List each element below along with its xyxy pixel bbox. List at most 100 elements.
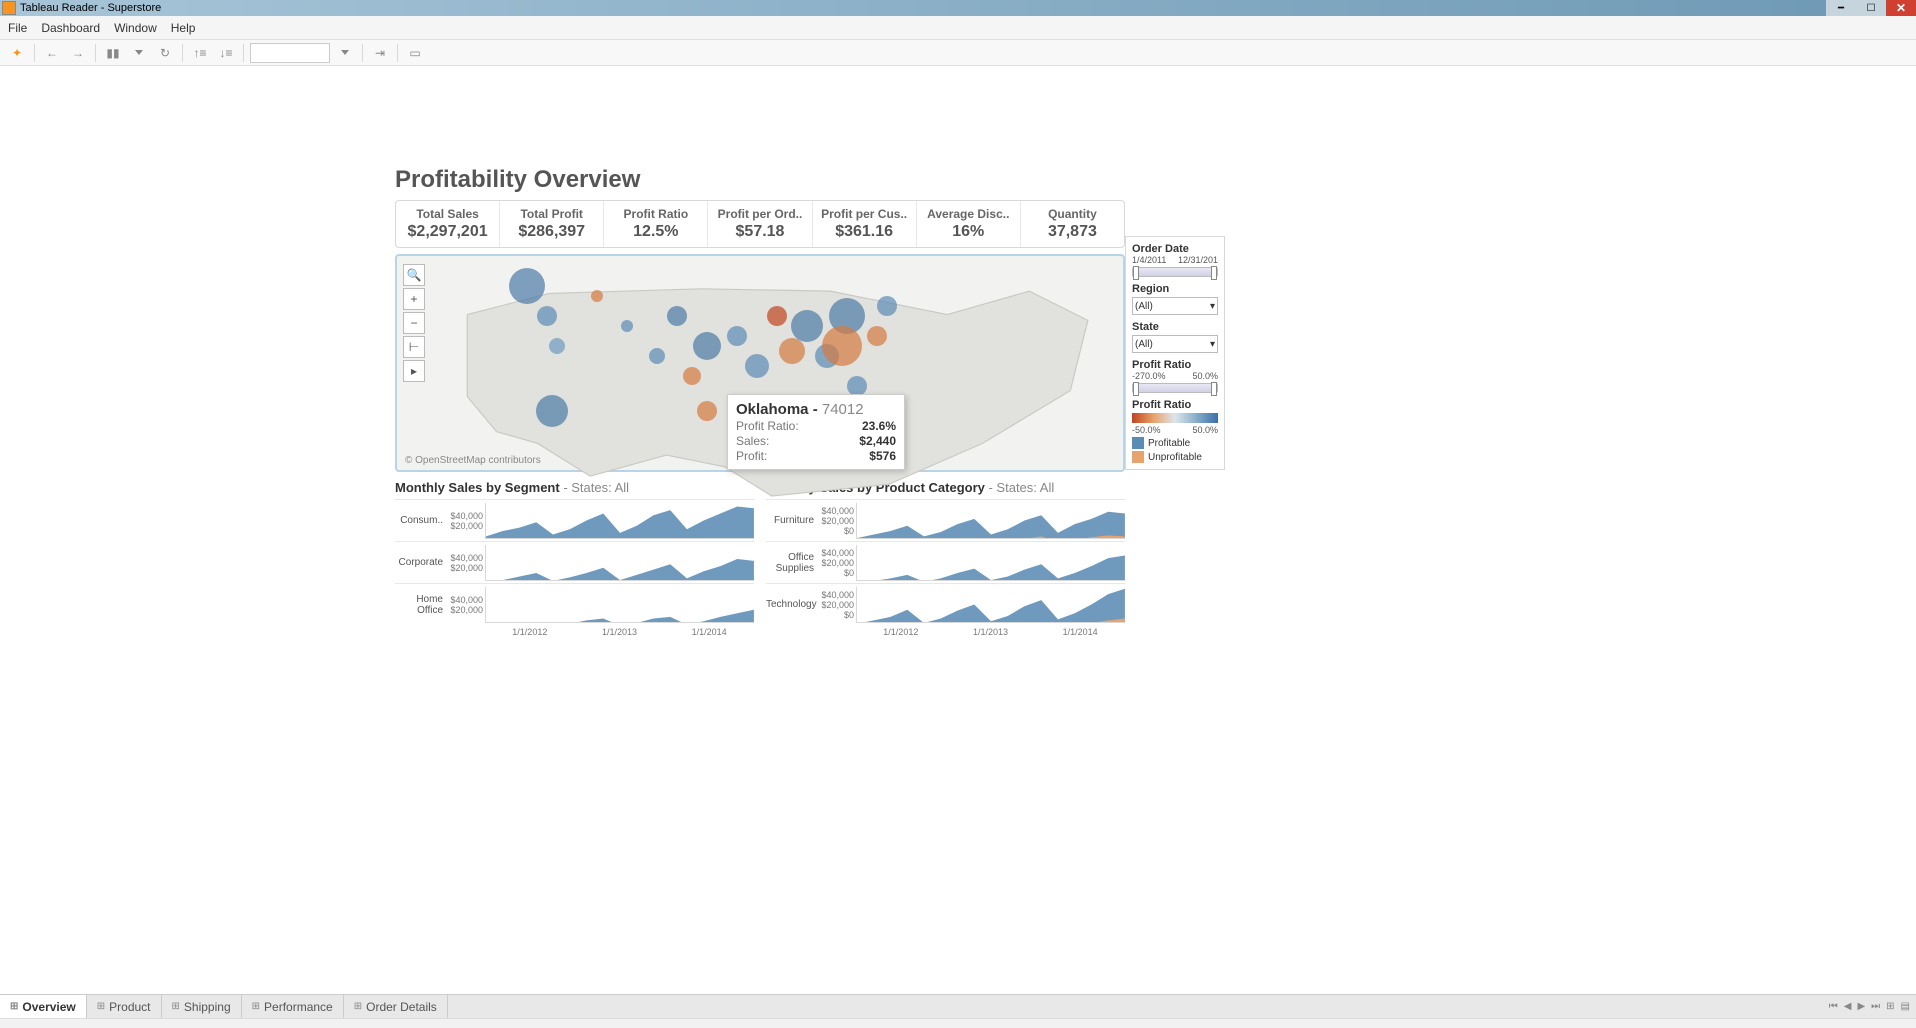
kpi-cell[interactable]: Average Disc..16%	[917, 201, 1021, 247]
tab-prev-icon[interactable]: ◀	[1844, 1001, 1852, 1012]
toolbar: ✦ ← → ▮▮ ↻ ↑≡ ↓≡ ⇥ ▭	[0, 40, 1916, 66]
sort-asc-icon[interactable]: ↑≡	[189, 43, 211, 63]
minimize-button[interactable]: ━	[1826, 0, 1856, 16]
pause-icon[interactable]: ▮▮	[102, 43, 124, 63]
tab-list-icon[interactable]: ▤	[1901, 1001, 1910, 1012]
map-bubble[interactable]	[877, 296, 897, 316]
small-chart[interactable]: Technology $40,000$20,000$0	[766, 583, 1125, 625]
map-bubble[interactable]	[779, 338, 805, 364]
sheet-tab-shipping[interactable]: ⊞Shipping	[162, 995, 242, 1018]
menu-help[interactable]: Help	[171, 21, 196, 35]
kpi-row: Total Sales$2,297,201Total Profit$286,39…	[395, 200, 1125, 248]
sheet-tab-order-details[interactable]: ⊞Order Details	[344, 995, 448, 1018]
map-bubble[interactable]	[683, 367, 701, 385]
map-attribution: © OpenStreetMap contributors	[405, 455, 541, 466]
map-bubble[interactable]	[847, 376, 867, 396]
profitratio-slider[interactable]	[1132, 383, 1218, 393]
menu-dashboard[interactable]: Dashboard	[41, 21, 100, 35]
sheet-tab-product[interactable]: ⊞Product	[87, 995, 162, 1018]
menu-file[interactable]: File	[8, 21, 27, 35]
kpi-value: $286,397	[504, 223, 599, 241]
back-button[interactable]: ←	[41, 43, 63, 63]
forward-button[interactable]: →	[67, 43, 89, 63]
sheet-tab-overview[interactable]: ⊞Overview	[0, 995, 87, 1018]
map-bubble[interactable]	[591, 290, 603, 302]
tab-last-icon[interactable]: ⏭	[1871, 1001, 1880, 1012]
map-bubble[interactable]	[649, 348, 665, 364]
close-button[interactable]: ✕	[1886, 0, 1916, 16]
grid-icon: ⊞	[252, 1001, 260, 1012]
map-bubble[interactable]	[509, 268, 545, 304]
map-bubble[interactable]	[697, 401, 717, 421]
orderdate-slider[interactable]	[1132, 267, 1218, 277]
map-bubble[interactable]	[745, 354, 769, 378]
kpi-cell[interactable]: Profit per Cus..$361.16	[813, 201, 917, 247]
kpi-value: 16%	[921, 223, 1016, 241]
kpi-cell[interactable]: Profit per Ord..$57.18	[708, 201, 812, 247]
map-bubble[interactable]	[667, 306, 687, 326]
state-select[interactable]: (All) ▾	[1132, 335, 1218, 353]
chart-ylabels: $40,000$20,000$0	[818, 548, 856, 578]
region-select[interactable]: (All)▾	[1132, 297, 1218, 315]
tab-next-icon[interactable]: ▶	[1857, 1001, 1865, 1012]
map-bubble[interactable]	[822, 326, 862, 366]
app-icon	[2, 1, 16, 15]
state-value: (All)	[1135, 339, 1153, 350]
tooltip-zip: 74012	[822, 401, 864, 418]
small-chart[interactable]: Office Supplies $40,000$20,000$0	[766, 541, 1125, 583]
map-bubble[interactable]	[767, 306, 787, 326]
chart-ylabels: $40,000$20,000$0	[818, 590, 856, 620]
chevron-down-icon: ▾	[1210, 301, 1215, 312]
chart-ylabels: $40,000$20,000	[447, 553, 485, 573]
chart-ylabels: $40,000$20,000	[447, 595, 485, 615]
small-chart[interactable]: Corporate $40,000$20,000	[395, 541, 754, 583]
tab-first-icon[interactable]: ⏮	[1829, 1001, 1838, 1012]
menubar: File Dashboard Window Help	[0, 16, 1916, 40]
grid-icon: ⊞	[354, 1001, 362, 1012]
tooltip-key: Sales:	[736, 434, 769, 448]
statusbar	[0, 1018, 1916, 1028]
grid-icon: ⊞	[172, 1001, 180, 1012]
filter-profitratio-title: Profit Ratio	[1132, 359, 1218, 371]
map-bubble[interactable]	[536, 395, 568, 427]
tooltip-key: Profit:	[736, 449, 767, 463]
dropdown-icon[interactable]	[128, 43, 150, 63]
chart-row-label: Furniture	[766, 515, 818, 526]
legend-profitable: Profitable	[1132, 437, 1218, 449]
map-bubble[interactable]	[549, 338, 565, 354]
map-bubble[interactable]	[537, 306, 557, 326]
maximize-button[interactable]: ☐	[1856, 0, 1886, 16]
chart-row-label: Office Supplies	[766, 552, 818, 574]
chevron-down-icon: ▾	[1210, 339, 1215, 350]
map-bubble[interactable]	[693, 332, 721, 360]
map[interactable]: 🔍 + − ⊢ ▸ Oklahoma - 74012 Profit Ratio:…	[395, 254, 1125, 472]
search-input[interactable]	[250, 43, 330, 63]
pin-icon[interactable]: ⇥	[369, 43, 391, 63]
tab-label: Overview	[22, 1000, 75, 1014]
sheet-tab-performance[interactable]: ⊞Performance	[242, 995, 344, 1018]
kpi-value: $2,297,201	[400, 223, 495, 241]
map-bubble[interactable]	[727, 326, 747, 346]
tab-grid-icon[interactable]: ⊞	[1886, 1001, 1894, 1012]
map-bubble[interactable]	[791, 310, 823, 342]
map-tooltip: Oklahoma - 74012 Profit Ratio:23.6%Sales…	[727, 394, 905, 470]
kpi-cell[interactable]: Profit Ratio12.5%	[604, 201, 708, 247]
refresh-icon[interactable]: ↻	[154, 43, 176, 63]
small-chart[interactable]: Home Office $40,000$20,000	[395, 583, 754, 625]
x-tick: 1/1/2013	[602, 627, 637, 637]
kpi-cell[interactable]: Quantity37,873	[1021, 201, 1124, 247]
presentation-icon[interactable]: ▭	[404, 43, 426, 63]
sort-desc-icon[interactable]: ↓≡	[215, 43, 237, 63]
map-bubble[interactable]	[867, 326, 887, 346]
logo-icon: ✦	[6, 43, 28, 63]
menu-window[interactable]: Window	[114, 21, 157, 35]
kpi-cell[interactable]: Total Profit$286,397	[500, 201, 604, 247]
dropdown2-icon[interactable]	[334, 43, 356, 63]
x-tick: 1/1/2014	[1063, 627, 1098, 637]
content-area: Profitability Overview Total Sales$2,297…	[0, 66, 1916, 994]
chart-ylabels: $40,000$20,000	[447, 511, 485, 531]
map-bubble[interactable]	[621, 320, 633, 332]
color-legend-bar	[1132, 413, 1218, 423]
kpi-cell[interactable]: Total Sales$2,297,201	[396, 201, 500, 247]
kpi-label: Profit Ratio	[608, 207, 703, 221]
